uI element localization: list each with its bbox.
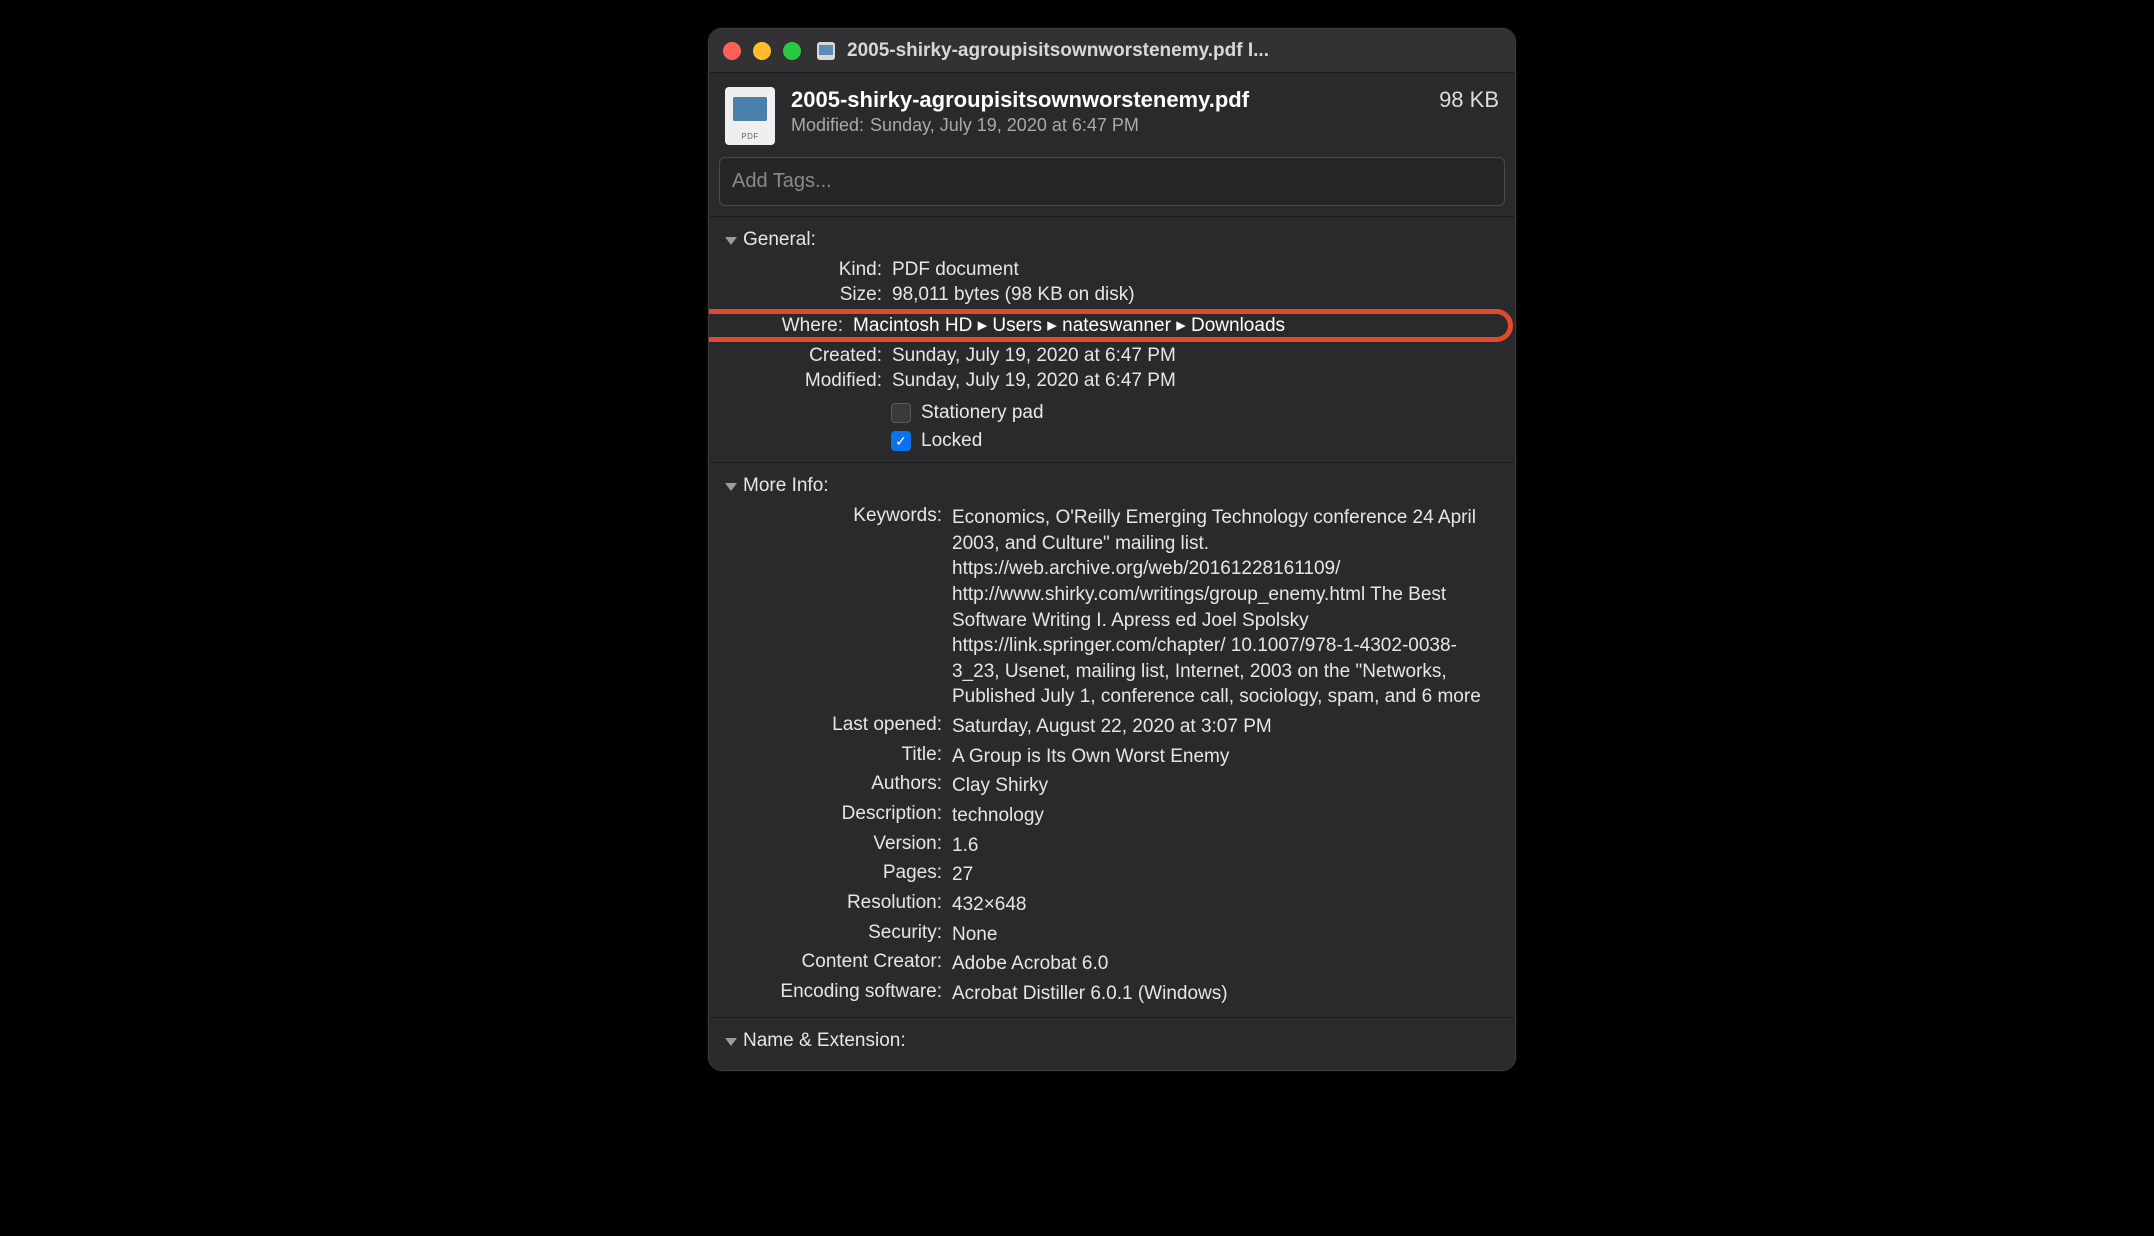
- keywords-value: Economics, O'Reilly Emerging Technology …: [952, 505, 1503, 710]
- where-label: Where:: [708, 315, 843, 337]
- minimize-icon[interactable]: [753, 42, 771, 60]
- authors-value: Clay Shirky: [952, 773, 1503, 799]
- modified-value-2: Sunday, July 19, 2020 at 6:47 PM: [892, 370, 1503, 392]
- section-name-ext: Name & Extension:: [709, 1017, 1515, 1070]
- description-value: technology: [952, 803, 1503, 829]
- creator-label: Content Creator:: [727, 951, 942, 977]
- encoding-label: Encoding software:: [727, 981, 942, 1007]
- resolution-value: 432×648: [952, 892, 1503, 918]
- modified-label-2: Modified:: [727, 370, 882, 392]
- modified-label: Modified:: [791, 115, 864, 135]
- info-window: 2005-shirky-agroupisitsownworstenemy.pdf…: [708, 28, 1516, 1071]
- kind-value: PDF document: [892, 259, 1503, 281]
- section-general-header[interactable]: General:: [721, 223, 1503, 259]
- size-value: 98,011 bytes (98 KB on disk): [892, 284, 1503, 306]
- where-highlight: Where: Macintosh HD ▸ Users ▸ nateswanne…: [708, 309, 1513, 342]
- security-value: None: [952, 922, 1503, 948]
- section-name-ext-title: Name & Extension:: [743, 1030, 906, 1052]
- tags-placeholder: Add Tags...: [732, 170, 832, 192]
- modified-value: Sunday, July 19, 2020 at 6:47 PM: [870, 115, 1139, 135]
- locked-checkbox[interactable]: ✓: [891, 431, 911, 451]
- section-name-ext-header[interactable]: Name & Extension:: [721, 1024, 1503, 1060]
- locked-row: ✓ Locked: [891, 430, 1503, 452]
- created-label: Created:: [727, 345, 882, 367]
- zoom-icon[interactable]: [783, 42, 801, 60]
- section-general: General: Kind: PDF document Size: 98,011…: [709, 216, 1515, 462]
- last-opened-label: Last opened:: [727, 714, 942, 740]
- title-value: A Group is Its Own Worst Enemy: [952, 744, 1503, 770]
- where-value: Macintosh HD ▸ Users ▸ nateswanner ▸ Dow…: [853, 314, 1502, 337]
- chevron-down-icon: [725, 237, 737, 245]
- chevron-down-icon: [725, 1038, 737, 1046]
- resolution-label: Resolution:: [727, 892, 942, 918]
- section-more-info: More Info: Keywords: Economics, O'Reilly…: [709, 462, 1515, 1017]
- titlebar: 2005-shirky-agroupisitsownworstenemy.pdf…: [709, 29, 1515, 73]
- created-value: Sunday, July 19, 2020 at 6:47 PM: [892, 345, 1503, 367]
- close-icon[interactable]: [723, 42, 741, 60]
- preview-app-icon: [815, 40, 837, 62]
- size-label: Size:: [727, 284, 882, 306]
- description-label: Description:: [727, 803, 942, 829]
- stationery-checkbox[interactable]: [891, 403, 911, 423]
- file-thumbnail-icon: PDF: [725, 87, 775, 145]
- stationery-pad-row: Stationery pad: [891, 402, 1503, 424]
- traffic-lights: [723, 42, 801, 60]
- tags-input[interactable]: Add Tags...: [719, 157, 1505, 206]
- locked-label: Locked: [921, 430, 982, 452]
- creator-value: Adobe Acrobat 6.0: [952, 951, 1503, 977]
- keywords-label: Keywords:: [727, 505, 942, 710]
- kind-label: Kind:: [727, 259, 882, 281]
- encoding-value: Acrobat Distiller 6.0.1 (Windows): [952, 981, 1503, 1007]
- pages-value: 27: [952, 862, 1503, 888]
- file-name: 2005-shirky-agroupisitsownworstenemy.pdf: [791, 87, 1249, 113]
- section-general-title: General:: [743, 229, 816, 251]
- version-label: Version:: [727, 833, 942, 859]
- pages-label: Pages:: [727, 862, 942, 888]
- file-modified: Modified: Sunday, July 19, 2020 at 6:47 P…: [791, 115, 1499, 136]
- section-more-info-title: More Info:: [743, 475, 829, 497]
- window-title: 2005-shirky-agroupisitsownworstenemy.pdf…: [847, 40, 1269, 62]
- file-size: 98 KB: [1439, 87, 1499, 113]
- authors-label: Authors:: [727, 773, 942, 799]
- version-value: 1.6: [952, 833, 1503, 859]
- section-more-info-header[interactable]: More Info:: [721, 469, 1503, 505]
- chevron-down-icon: [725, 483, 737, 491]
- title-label: Title:: [727, 744, 942, 770]
- last-opened-value: Saturday, August 22, 2020 at 3:07 PM: [952, 714, 1503, 740]
- file-header: PDF 2005-shirky-agroupisitsownworstenemy…: [709, 73, 1515, 157]
- security-label: Security:: [727, 922, 942, 948]
- stationery-label: Stationery pad: [921, 402, 1044, 424]
